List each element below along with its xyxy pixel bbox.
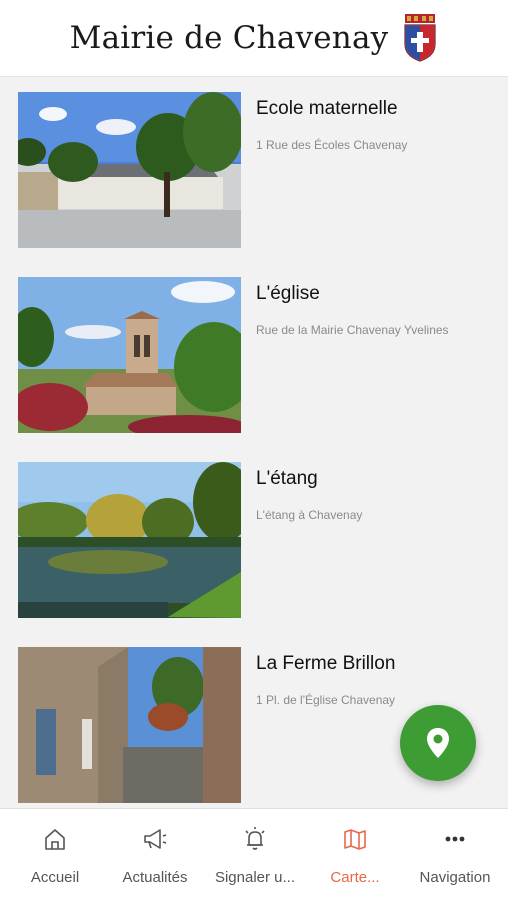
place-card-eglise[interactable]: L'église Rue de la Mairie Chavenay Yveli… bbox=[18, 277, 508, 433]
place-title: L'étang bbox=[256, 468, 318, 489]
more-dots-icon bbox=[445, 836, 465, 842]
map-pin-button[interactable] bbox=[400, 705, 476, 781]
page-title: Mairie de Chavenay bbox=[69, 20, 389, 56]
megaphone-icon bbox=[144, 829, 167, 849]
place-card-ecole[interactable]: Ecole maternelle 1 Rue des Écoles Chaven… bbox=[18, 92, 508, 248]
nav-label: Accueil bbox=[30, 869, 80, 886]
app-header: Mairie de Chavenay bbox=[0, 0, 508, 77]
map-pin-icon bbox=[427, 728, 449, 758]
bottom-navigation: Accueil Actualités Signaler u... Carte..… bbox=[0, 808, 508, 901]
nav-item-accueil[interactable]: Accueil bbox=[4, 809, 106, 901]
place-card-etang[interactable]: L'étang L'étang à Chavenay bbox=[18, 462, 508, 618]
place-photo-ferme-brillon bbox=[18, 647, 241, 803]
place-address: 1 Rue des Écoles Chavenay bbox=[256, 138, 408, 152]
place-photo-ecole bbox=[18, 92, 241, 248]
nav-label: Navigation bbox=[419, 869, 491, 886]
place-title: Ecole maternelle bbox=[256, 98, 398, 119]
alarm-bell-icon bbox=[245, 827, 265, 850]
place-title: L'église bbox=[256, 283, 320, 304]
nav-label: Signaler u... bbox=[214, 869, 296, 886]
nav-item-navigation[interactable]: Navigation bbox=[404, 809, 506, 901]
place-address: L'étang à Chavenay bbox=[256, 508, 363, 522]
nav-item-actualites[interactable]: Actualités bbox=[104, 809, 206, 901]
town-coat-of-arms-icon bbox=[404, 14, 436, 62]
nav-label: Carte... bbox=[330, 869, 380, 886]
places-list: Ecole maternelle 1 Rue des Écoles Chaven… bbox=[0, 77, 508, 808]
home-icon bbox=[45, 829, 65, 850]
map-icon bbox=[344, 829, 366, 850]
place-photo-etang bbox=[18, 462, 241, 618]
place-title: La Ferme Brillon bbox=[256, 653, 396, 674]
nav-label: Actualités bbox=[122, 869, 188, 886]
nav-item-signaler[interactable]: Signaler u... bbox=[204, 809, 306, 901]
place-photo-eglise bbox=[18, 277, 241, 433]
nav-item-carte[interactable]: Carte... bbox=[304, 809, 406, 901]
place-address: 1 Pl. de l'Église Chavenay bbox=[256, 693, 396, 707]
place-address: Rue de la Mairie Chavenay Yvelines bbox=[256, 323, 449, 337]
